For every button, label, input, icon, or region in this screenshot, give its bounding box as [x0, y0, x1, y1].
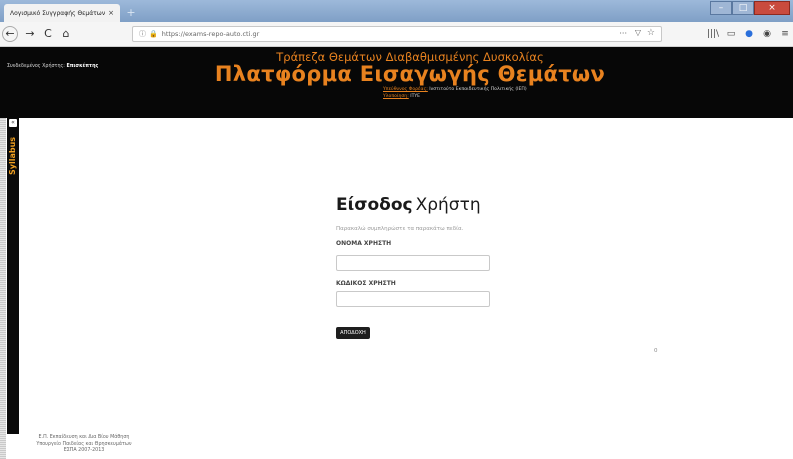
implementation-label[interactable]: Υλοποίηση:	[383, 94, 409, 99]
new-tab-button[interactable]: +	[124, 6, 138, 20]
sidebar-label[interactable]: Syllabus	[7, 137, 19, 175]
library-icon[interactable]: |||\	[705, 26, 721, 42]
login-hint: Παρακαλώ συμπληρώστε τα παρακάτω πεδία.	[336, 226, 464, 232]
logged-in-user: Συνδεδεμένος Χρήστης: Επισκέπτης	[7, 64, 98, 69]
menu-icon[interactable]: ≡	[777, 26, 793, 42]
responsible-value: Ινστιτούτο Εκπαιδευτικής Πολιτικής (ΙΕΠ)	[429, 87, 527, 92]
bookmark-star-icon[interactable]: ☆	[647, 28, 655, 38]
username-label: ΟΝΟΜΑ ΧΡΗΣΤΗ	[336, 240, 392, 247]
username-input[interactable]	[336, 255, 490, 271]
sidebar-icon[interactable]: ▭	[723, 26, 739, 42]
minimize-button[interactable]: –	[710, 1, 732, 15]
back-button[interactable]: ←	[2, 26, 18, 42]
forward-button[interactable]: →	[22, 26, 38, 42]
address-bar[interactable]: ⓘ 🔒 https://exams-repo-auto.cti.gr ··· ▽…	[132, 26, 662, 42]
tab-title: Λογισμικό Συγγραφής Θεμάτων	[10, 9, 106, 17]
implementation-body: Υλοποίηση: ΙΤΥΕ	[383, 94, 420, 99]
footer: Ε.Π. Εκπαίδευση και Δια Βίου Μάθηση Υπου…	[14, 435, 154, 455]
password-label: ΚΩΔΙΚΟΣ ΧΡΗΣΤΗ	[336, 280, 396, 287]
insecure-lock-icon[interactable]: 🔒	[149, 30, 158, 38]
login-title-light: Χρήστη	[415, 195, 481, 215]
account-icon[interactable]: ◉	[759, 26, 775, 42]
tab-close-icon[interactable]: ×	[108, 9, 114, 17]
browser-toolbar-right: |||\ ▭ ● ◉ ≡	[703, 26, 793, 42]
close-window-button[interactable]: ×	[754, 1, 790, 15]
footer-line3: ΕΣΠΑ 2007-2013	[63, 448, 105, 453]
url-text[interactable]: https://exams-repo-auto.cti.gr	[162, 30, 260, 38]
header-title: Πλατφόρμα Εισαγωγής Θεμάτων	[214, 62, 606, 86]
header-titles: Τράπεζα Θεμάτων Διαβαθμισμένης Δυσκολίας…	[210, 47, 610, 86]
home-button[interactable]: ⌂	[58, 26, 74, 42]
counter-value: 0	[654, 348, 658, 354]
pocket-icon[interactable]: ▽	[635, 28, 641, 37]
extension-icon[interactable]: ●	[741, 26, 757, 42]
login-title: Είσοδος Χρήστη	[336, 195, 481, 215]
login-title-bold: Είσοδος	[336, 195, 413, 215]
page-actions-icon[interactable]: ···	[619, 29, 627, 38]
site-header: Συνδεδεμένος Χρήστης: Επισκέπτης Τράπεζα…	[0, 47, 793, 118]
window-controls: – □ ×	[710, 1, 790, 15]
info-icon[interactable]: ⓘ	[139, 29, 146, 39]
submit-button[interactable]: ΑΠΟΔΟΧΗ	[336, 327, 370, 339]
reload-button[interactable]: C	[40, 26, 56, 42]
responsible-label[interactable]: Υπεύθυνος Φορέας:	[383, 87, 428, 92]
syllabus-sidebar-tab[interactable]: « Syllabus	[7, 118, 19, 434]
user-name: Επισκέπτης	[66, 64, 99, 69]
sidebar-toggle-icon[interactable]: «	[9, 119, 17, 127]
password-input[interactable]	[336, 291, 490, 307]
implementation-value: ΙΤΥΕ	[410, 94, 421, 99]
browser-titlebar: Λογισμικό Συγγραφής Θεμάτων × + – □ ×	[0, 0, 793, 22]
browser-tab[interactable]: Λογισμικό Συγγραφής Θεμάτων ×	[4, 4, 120, 22]
responsible-body: Υπεύθυνος Φορέας: Ινστιτούτο Εκπαιδευτικ…	[383, 87, 527, 92]
left-border-strip	[0, 118, 6, 459]
maximize-button[interactable]: □	[732, 1, 754, 15]
browser-navbar: ← → C ⌂ ⓘ 🔒 https://exams-repo-auto.cti.…	[0, 22, 793, 47]
user-label: Συνδεδεμένος Χρήστης:	[7, 64, 65, 69]
